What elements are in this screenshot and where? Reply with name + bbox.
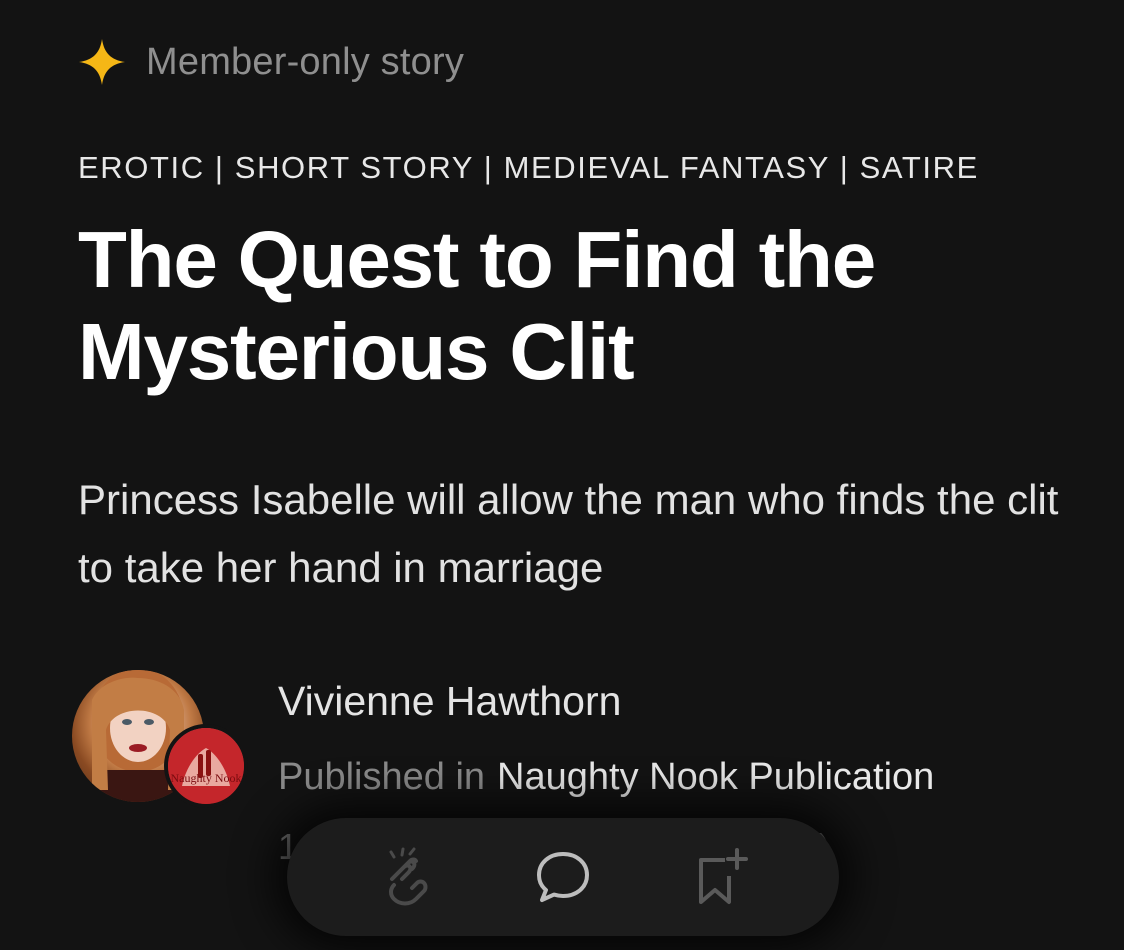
- clap-button[interactable]: [366, 837, 446, 917]
- sparkle-star-icon: [78, 38, 126, 86]
- story-title: The Quest to Find the Mysterious Clit: [78, 215, 876, 396]
- clap-icon: [374, 845, 438, 909]
- publication-logo-image: Naughty Nook: [168, 728, 244, 804]
- story-tags: EROTIC | SHORT STORY | MEDIEVAL FANTASY …: [78, 150, 979, 185]
- author-avatar-group[interactable]: Naughty Nook: [72, 670, 248, 810]
- story-page: Member-only story EROTIC | SHORT STORY |…: [0, 0, 1124, 950]
- publication-logo[interactable]: Naughty Nook: [164, 724, 248, 808]
- comment-icon: [534, 848, 592, 906]
- publication-link[interactable]: Naughty Nook Publication: [497, 756, 934, 798]
- published-in-label: Published in: [278, 756, 486, 798]
- bookmark-add-icon: [691, 846, 749, 908]
- member-only-badge: Member-only story: [78, 38, 464, 86]
- story-subtitle: Princess Isabelle will allow the man who…: [78, 476, 1059, 591]
- floating-action-bar: [287, 818, 839, 936]
- author-name[interactable]: Vivienne Hawthorn: [278, 678, 621, 725]
- save-to-list-button[interactable]: [680, 837, 760, 917]
- member-only-label: Member-only story: [146, 40, 465, 83]
- comment-button[interactable]: [523, 837, 603, 917]
- publication-logo-text: Naughty Nook: [171, 771, 242, 785]
- published-in-row: Published in Naughty Nook Publication: [278, 756, 934, 799]
